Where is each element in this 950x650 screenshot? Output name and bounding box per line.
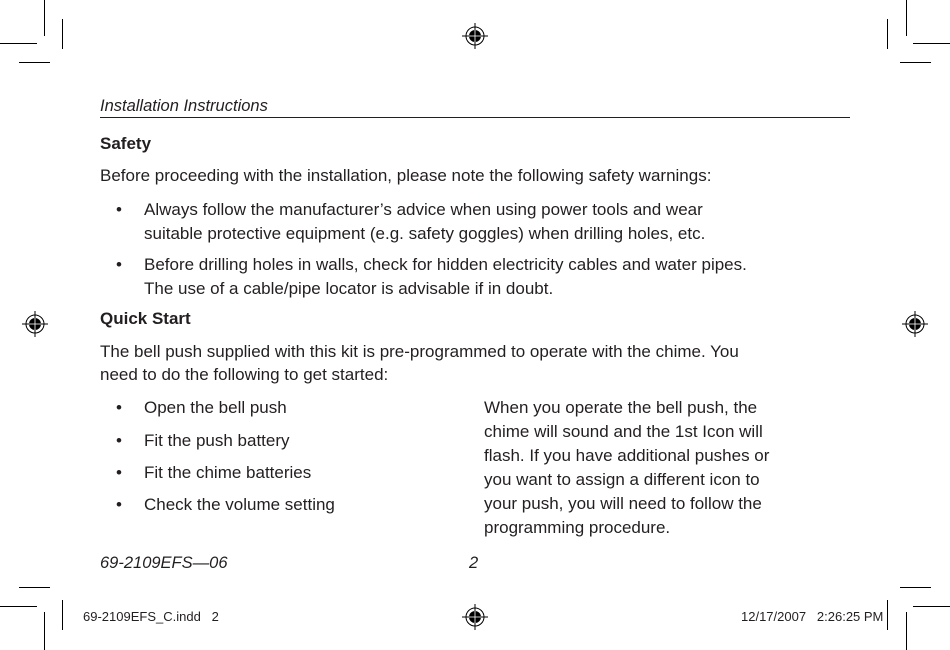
crop-mark: [19, 587, 50, 588]
quick-start-note: When you operate the bell push, the chim…: [484, 396, 769, 540]
crop-mark: [0, 43, 37, 44]
registration-mark-icon: [462, 23, 488, 49]
step-text: Open the bell push: [144, 398, 287, 417]
bullet-line: The use of a cable/pipe locator is advis…: [144, 279, 554, 298]
quick-start-intro-line: need to do the following to get started:: [100, 365, 389, 384]
crop-mark: [913, 606, 950, 607]
note-line: your push, you will need to follow the: [484, 494, 762, 513]
crop-mark: [900, 587, 931, 588]
crop-mark: [44, 612, 45, 650]
registration-mark-icon: [902, 311, 928, 337]
bullet-glyph: •: [116, 495, 122, 514]
bullet-glyph: •: [116, 398, 122, 417]
bullet-line: suitable protective equipment (e.g. safe…: [144, 224, 706, 243]
bullet-line: Before drilling holes in walls, check fo…: [144, 255, 747, 274]
registration-mark-icon: [22, 311, 48, 337]
bullet-glyph: •: [116, 255, 122, 274]
crop-mark: [906, 0, 907, 36]
bullet-glyph: •: [116, 431, 122, 450]
page-number: 2: [469, 554, 479, 572]
crop-mark: [44, 0, 45, 36]
crop-mark: [19, 62, 50, 63]
crop-mark: [62, 19, 63, 49]
note-line: programming procedure.: [484, 518, 671, 537]
crop-mark: [62, 600, 63, 630]
crop-mark: [887, 19, 888, 49]
quick-start-intro-line: The bell push supplied with this kit is …: [100, 342, 739, 361]
crop-mark: [0, 606, 37, 607]
safety-intro: Before proceeding with the installation,…: [100, 166, 712, 185]
quick-start-heading: Quick Start: [100, 309, 191, 328]
safety-heading: Safety: [100, 134, 152, 153]
crop-mark: [900, 62, 931, 63]
step-text: Fit the push battery: [144, 431, 290, 450]
header-rule: [100, 117, 850, 118]
crop-mark: [887, 600, 888, 630]
slug-filename: 69-2109EFS_C.indd 2: [83, 609, 219, 624]
crop-mark: [906, 612, 907, 650]
bullet-line: Always follow the manufacturer’s advice …: [144, 200, 703, 219]
step-text: Fit the chime batteries: [144, 463, 312, 482]
crop-mark: [913, 43, 950, 44]
doc-number: 69-2109EFS—06: [100, 554, 228, 572]
bullet-glyph: •: [116, 200, 122, 219]
note-line: chime will sound and the 1st Icon will: [484, 422, 763, 441]
slug-timestamp: 12/17/2007 2:26:25 PM: [741, 609, 884, 624]
running-head: Installation Instructions: [100, 97, 268, 115]
note-line: When you operate the bell push, the: [484, 398, 758, 417]
note-line: you want to assign a different icon to: [484, 470, 760, 489]
registration-mark-icon: [462, 604, 488, 630]
step-text: Check the volume setting: [144, 495, 335, 514]
note-line: flash. If you have additional pushes or: [484, 446, 770, 465]
bullet-glyph: •: [116, 463, 122, 482]
